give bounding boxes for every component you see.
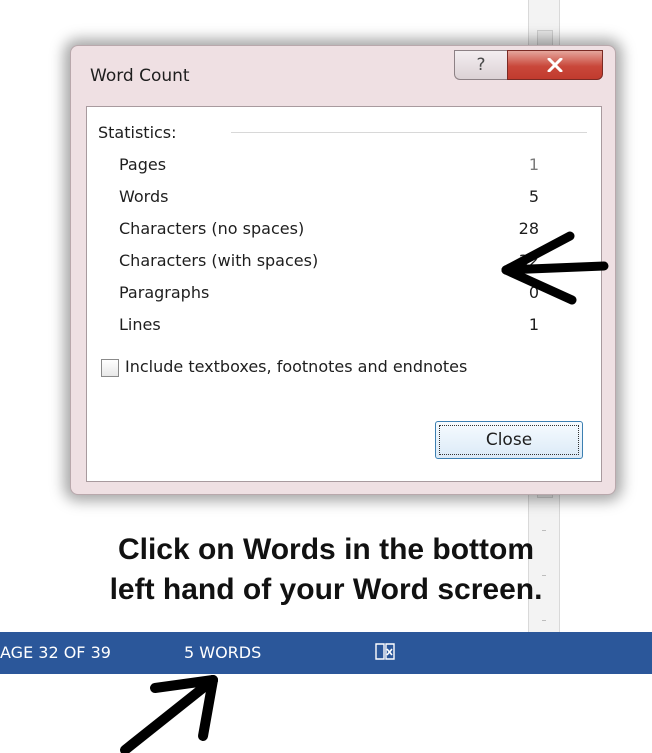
dialog-title: Word Count [90,66,190,86]
include-textboxes-label[interactable]: Include textboxes, footnotes and endnote… [125,357,467,376]
stat-row-pages: Pages 1 [119,155,539,181]
help-icon: ? [476,55,486,75]
group-divider [231,132,587,133]
stat-row-words: Words 5 [119,187,539,213]
ruler-tick [542,620,546,621]
help-button[interactable]: ? [454,50,507,80]
close-button[interactable]: Close [435,421,583,459]
stat-label: Characters (with spaces) [119,251,319,270]
caption-line-2: left hand of your Word screen. [109,573,543,606]
focus-rect [439,425,579,455]
statistics-group-label: Statistics: [98,123,177,142]
include-textboxes-checkbox[interactable] [101,359,119,377]
proofing-book-icon[interactable] [374,640,396,662]
arrow-pointer-icon [501,231,609,305]
close-icon [547,58,563,72]
stat-row-paragraphs: Paragraphs 0 [119,283,539,309]
stat-label: Lines [119,315,161,334]
instruction-caption: Click on Words in the bottom left hand o… [0,530,652,610]
stat-value: 1 [528,315,539,334]
stat-row-characters-with-spaces: Characters (with spaces) 32 [119,251,539,277]
stat-label: Paragraphs [119,283,210,302]
arrow-pointer-icon [120,675,218,753]
caption-line-1: Click on Words in the bottom [117,533,535,566]
stat-label: Characters (no spaces) [119,219,305,238]
stat-label: Pages [119,155,167,174]
word-count-status[interactable]: 5 WORDS [184,643,261,662]
stat-label: Words [119,187,169,206]
stat-value: 1 [528,155,539,174]
word-status-bar: AGE 32 OF 39 5 WORDS [0,632,652,674]
include-textboxes-option[interactable]: Include textboxes, footnotes and endnote… [101,357,591,381]
stat-row-lines: Lines 1 [119,315,539,341]
stat-row-characters-no-spaces: Characters (no spaces) 28 [119,219,539,245]
page-count-status[interactable]: AGE 32 OF 39 [0,643,111,662]
window-close-button[interactable] [507,50,603,80]
dialog-titlebar[interactable]: Word Count ? [71,46,615,106]
stat-value: 5 [528,187,539,206]
